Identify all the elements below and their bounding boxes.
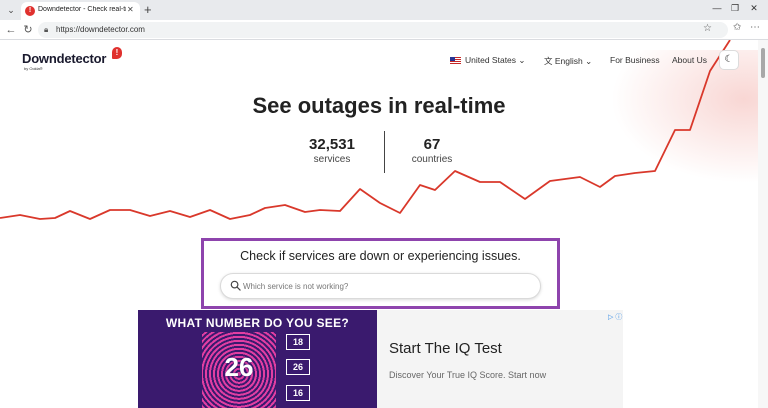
favorites-icon[interactable]: ✩ xyxy=(733,22,741,33)
favorite-star-icon[interactable]: ☆ xyxy=(703,23,712,34)
restore-icon[interactable]: ❐ xyxy=(728,3,742,14)
close-window-icon[interactable]: ✕ xyxy=(747,3,761,14)
translate-icon: 文 xyxy=(544,56,553,66)
chevron-down-icon: ⌄ xyxy=(585,56,593,66)
search-panel-highlight: Check if services are down or experienci… xyxy=(201,238,560,309)
minimize-icon[interactable]: — xyxy=(710,3,724,13)
ad-option[interactable]: 18 xyxy=(286,334,310,350)
countries-stat: 67 countries xyxy=(372,136,492,165)
language-label: English xyxy=(554,56,583,66)
new-tab-plus-icon[interactable]: + xyxy=(144,2,152,18)
language-selector[interactable]: 文 English ⌄ xyxy=(544,55,592,67)
logo-sub: by Ookla® xyxy=(24,66,43,71)
browser-toolbar: ← ↻ 🔒︎ https://downdetector.com ☆ ✩ ⋯ xyxy=(0,20,768,40)
us-flag-icon xyxy=(450,57,461,64)
reload-icon[interactable]: ↻ xyxy=(22,23,34,37)
for-business-link[interactable]: For Business xyxy=(610,55,660,65)
page-scrollbar[interactable] xyxy=(758,40,768,408)
address-bar[interactable]: 🔒︎ https://downdetector.com ☆ xyxy=(38,22,728,38)
search-input[interactable] xyxy=(243,277,533,295)
scrollbar-thumb[interactable] xyxy=(761,48,765,78)
tab-title: Downdetector - Check real-time o xyxy=(38,6,126,13)
iq-test-ad[interactable]: WHAT NUMBER DO YOU SEE? 26 18 26 16 Star… xyxy=(138,310,623,408)
search-icon xyxy=(230,280,241,291)
logo-text: Downdetector xyxy=(22,51,107,66)
ad-option[interactable]: 16 xyxy=(286,385,310,401)
ad-option[interactable]: 26 xyxy=(286,359,310,375)
countries-label: countries xyxy=(411,154,453,165)
downdetector-favicon-icon: ! xyxy=(25,6,35,16)
close-tab-icon[interactable]: ✕ xyxy=(127,5,134,14)
ad-choices-icon[interactable]: ▷ ⓘ xyxy=(608,312,622,322)
url-text: https://downdetector.com xyxy=(56,25,145,34)
country-selector[interactable]: United States ⌄ xyxy=(450,55,526,66)
ad-question: WHAT NUMBER DO YOU SEE? xyxy=(165,316,350,330)
country-label: United States xyxy=(465,55,517,65)
tab-bar: ⌄ ! Downdetector - Check real-time o ✕ +… xyxy=(0,0,768,20)
countries-count: 67 xyxy=(423,136,441,153)
logo-exclamation-icon: ! xyxy=(112,47,122,59)
ad-hidden-number: 26 xyxy=(224,352,254,382)
search-field[interactable] xyxy=(220,273,541,299)
downdetector-logo[interactable]: Downdetector ! by Ookla® xyxy=(22,47,122,71)
page-title: See outages in real-time xyxy=(252,93,506,118)
ad-image: WHAT NUMBER DO YOU SEE? 26 18 26 16 xyxy=(138,310,377,408)
more-menu-icon[interactable]: ⋯ xyxy=(750,22,760,33)
browser-tab[interactable]: ! Downdetector - Check real-time o ✕ xyxy=(21,2,140,20)
lock-icon: 🔒︎ xyxy=(44,25,49,34)
search-heading: Check if services are down or experienci… xyxy=(240,249,521,263)
about-us-link[interactable]: About Us xyxy=(672,55,707,65)
ad-title[interactable]: Start The IQ Test xyxy=(389,340,502,357)
tab-list-chevron-icon[interactable]: ⌄ xyxy=(4,3,18,17)
chevron-down-icon: ⌄ xyxy=(518,55,526,65)
dark-mode-moon-icon[interactable]: ☾ xyxy=(719,50,739,70)
page-viewport: Downdetector ! by Ookla® United States ⌄… xyxy=(0,40,758,408)
back-arrow-icon[interactable]: ← xyxy=(5,23,17,37)
ad-description: Discover Your True IQ Score. Start now xyxy=(389,370,547,380)
